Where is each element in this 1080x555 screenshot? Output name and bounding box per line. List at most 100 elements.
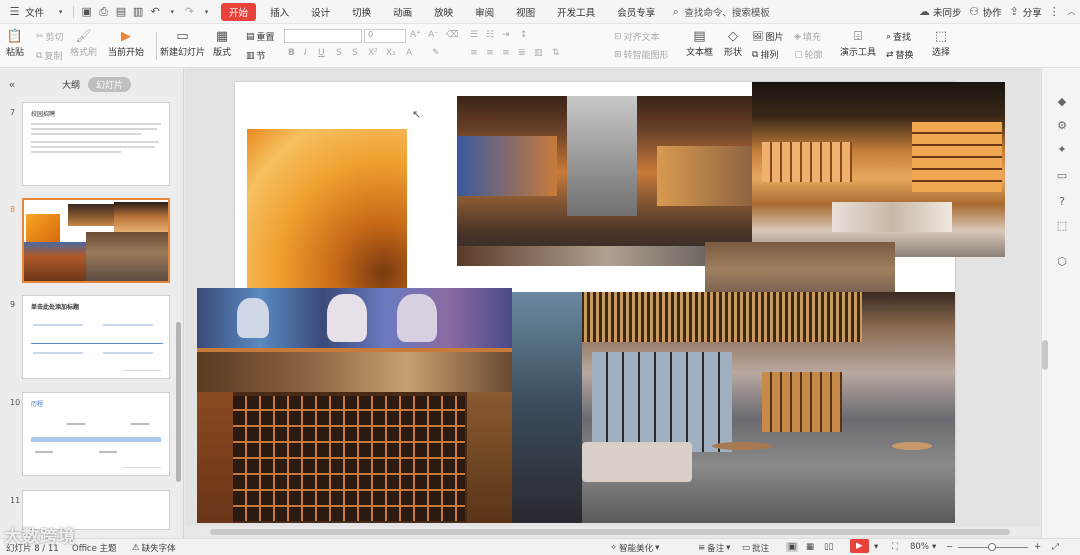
shadow-icon[interactable]: S — [352, 48, 358, 58]
font-name-select[interactable] — [284, 29, 362, 43]
convert-smartart-button[interactable]: ⊞ 转智能图形 — [614, 48, 669, 62]
align-right-icon[interactable]: ≡ — [502, 48, 510, 58]
notes-button[interactable]: ≡ 备注 ▾ — [698, 542, 730, 554]
font-size-select[interactable]: 0 — [364, 29, 406, 43]
indent-icon[interactable]: ⇥ — [502, 30, 510, 40]
comment-button[interactable]: ▭ 批注 — [742, 542, 769, 554]
play-options-icon[interactable]: ▾ — [874, 542, 878, 552]
canvas-vscroll[interactable] — [1042, 340, 1048, 370]
italic-icon[interactable]: I — [304, 48, 307, 58]
tab-developer[interactable]: 开发工具 — [549, 5, 603, 19]
photo-cafe-interior[interactable] — [512, 292, 955, 523]
undo-dropdown-icon[interactable]: ▾ — [166, 5, 179, 19]
decrease-font-icon[interactable]: A⁻ — [428, 30, 439, 40]
cube-icon[interactable]: ⬡ — [1055, 254, 1069, 268]
cut-button[interactable]: ✂ 剪切 — [36, 30, 64, 44]
select-button[interactable]: ⬚ 选择 — [932, 28, 950, 58]
highlight-icon[interactable]: ✎ — [432, 48, 440, 58]
subscript-icon[interactable]: X₂ — [386, 48, 396, 58]
zoom-out-icon[interactable]: − — [946, 542, 953, 552]
font-color-icon[interactable]: A — [406, 48, 412, 58]
align-center-icon[interactable]: ≡ — [486, 48, 494, 58]
clear-format-icon[interactable]: ⌫ — [446, 30, 459, 40]
panel-scrollbar[interactable] — [176, 322, 181, 482]
tab-view[interactable]: 视图 — [508, 5, 543, 19]
slide-sorter-icon[interactable]: ▦ — [806, 542, 814, 552]
tab-home[interactable]: 开始 — [221, 2, 257, 21]
increase-font-icon[interactable]: A⁺ — [410, 30, 421, 40]
quick-access-dropdown-icon[interactable]: ▾ — [200, 5, 213, 19]
tab-review[interactable]: 审阅 — [467, 5, 502, 19]
tab-transition[interactable]: 切换 — [344, 5, 379, 19]
undo-icon[interactable]: ↶ — [149, 5, 162, 19]
picture-button[interactable]: 🖼 图片 — [752, 30, 783, 44]
layout-panel-icon[interactable]: ▭ — [1055, 168, 1069, 182]
tab-design[interactable]: 设计 — [303, 5, 338, 19]
normal-view-icon[interactable]: ▣ — [786, 542, 799, 552]
photo-bookshelf-warm[interactable] — [752, 82, 1005, 257]
backup-icon[interactable]: ⬚ — [1055, 218, 1069, 232]
collapse-panel-icon[interactable]: « — [5, 77, 19, 91]
canvas-hscroll[interactable] — [200, 528, 1040, 536]
slide-thumbnail-9[interactable]: 单击此处添加标题 — [22, 295, 170, 379]
properties-icon[interactable]: ⚙ — [1055, 118, 1069, 132]
fullscreen-icon[interactable]: ⤢ — [1052, 542, 1059, 552]
missing-font-button[interactable]: ⚠ 缺失字体 — [132, 542, 176, 554]
tab-animation[interactable]: 动画 — [385, 5, 420, 19]
slide-thumbnail-10[interactable]: 历程 — [22, 392, 170, 476]
hamburger-menu-icon[interactable]: ☰ — [8, 5, 21, 19]
paste-button[interactable]: 📋 粘贴 — [6, 28, 24, 58]
tab-insert[interactable]: 插入 — [262, 5, 297, 19]
fill-button[interactable]: ◈ 填充 — [794, 30, 821, 44]
more-icon[interactable]: ⋮ — [1048, 5, 1061, 19]
textbox-button[interactable]: ▤ 文本框 — [686, 28, 713, 58]
share-button[interactable]: 分享 — [1023, 5, 1046, 19]
cloud-sync-icon[interactable]: ☁ — [918, 5, 931, 19]
bullets-icon[interactable]: ☰ — [470, 30, 478, 40]
distribute-icon[interactable]: ▥ — [534, 48, 543, 58]
zoom-level[interactable]: 80% — [910, 542, 929, 552]
reset-button[interactable]: ▤ 重置 — [246, 30, 275, 44]
tab-slides[interactable]: 幻灯片 — [88, 77, 132, 92]
align-left-icon[interactable]: ≡ — [470, 48, 478, 58]
help-icon[interactable]: ? — [1055, 194, 1069, 208]
copy-button[interactable]: ⧉ 复制 — [36, 49, 62, 63]
command-search-input[interactable]: 查找命令、搜索模板 — [684, 5, 778, 19]
animation-icon[interactable]: ✦ — [1055, 142, 1069, 156]
tab-member[interactable]: 会员专享 — [609, 5, 663, 19]
justify-icon[interactable]: ≣ — [518, 48, 526, 58]
arrange-button[interactable]: ⧉ 排列 — [752, 48, 778, 62]
tab-slideshow[interactable]: 放映 — [426, 5, 461, 19]
zoom-dropdown-icon[interactable]: ▾ — [932, 542, 936, 552]
style-icon[interactable]: ◆ — [1055, 94, 1069, 108]
redo-icon[interactable]: ↷ — [183, 5, 196, 19]
hscroll-thumb[interactable] — [210, 529, 1010, 535]
fit-window-icon[interactable]: ⛶ — [892, 542, 898, 552]
layout-button[interactable]: ▦ 版式 — [213, 28, 231, 58]
sync-status[interactable]: 未同步 — [933, 5, 966, 19]
zoom-in-icon[interactable]: + — [1034, 542, 1041, 552]
bold-icon[interactable]: B — [288, 48, 295, 58]
play-slideshow-button[interactable]: ▶ — [850, 539, 869, 553]
zoom-slider-handle[interactable] — [988, 543, 996, 551]
search-icon[interactable]: ⌕ — [669, 5, 682, 19]
print-icon[interactable]: ▤ — [114, 5, 127, 19]
save-icon[interactable]: ▣ — [80, 5, 93, 19]
new-slide-button[interactable]: ▭ 新建幻灯片 — [160, 28, 205, 58]
chevron-down-icon[interactable]: ▾ — [54, 5, 67, 19]
photo-blind-box-shelf[interactable] — [197, 288, 512, 523]
reading-view-icon[interactable]: ▯▯ — [824, 542, 833, 552]
replace-button[interactable]: ⇄ 替换 — [886, 48, 914, 62]
share-icon[interactable]: ⇪ — [1008, 5, 1021, 19]
photo-store-interior[interactable] — [457, 96, 757, 266]
shape-button[interactable]: ◇ 形状 — [724, 28, 742, 58]
outline-button[interactable]: ▢ 轮廓 — [794, 48, 823, 62]
collapse-ribbon-icon[interactable]: ︿ — [1065, 5, 1078, 19]
current-slide[interactable]: ↖ — [197, 82, 1005, 523]
print-preview-icon[interactable]: ⎙ — [97, 5, 110, 19]
slide-thumbnail-8[interactable] — [22, 198, 170, 283]
presenter-tools-button[interactable]: ⌹ 演示工具 — [840, 28, 876, 58]
numbering-icon[interactable]: ☷ — [486, 30, 494, 40]
slide-thumbnail-7[interactable]: 校园招聘 — [22, 102, 170, 186]
section-button[interactable]: ▥ 节 — [246, 49, 266, 63]
